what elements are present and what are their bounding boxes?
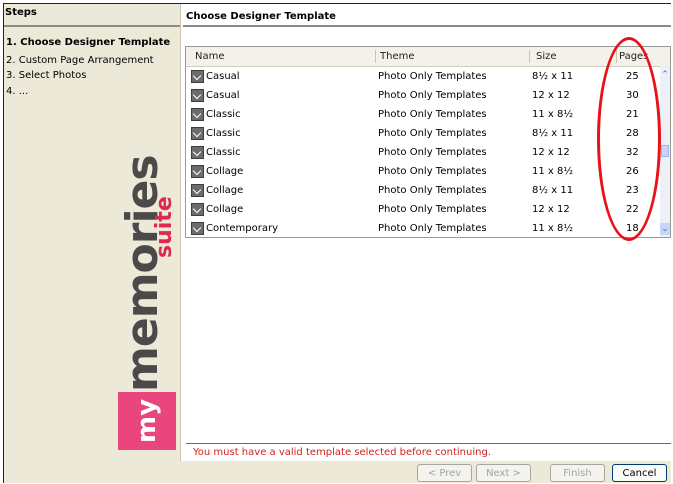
table-row[interactable]: Collage Photo Only Templates 11 x 8½ 26 [186,162,664,181]
cell-name: Classic [206,147,241,158]
cell-size: 11 x 8½ [532,223,574,234]
cell-name: Collage [206,166,244,177]
logo-suite-text: suite [152,196,177,258]
column-header-name[interactable]: Name [195,51,225,62]
step-choose-template: 1. Choose Designer Template [6,37,171,48]
next-button[interactable]: Next > [476,464,531,482]
step-custom-page-arrangement: 2. Custom Page Arrangement [6,55,154,66]
cell-name: Collage [206,204,244,215]
table-row[interactable]: Casual Photo Only Templates 8½ x 11 25 [186,67,664,86]
column-header-pages[interactable]: Pages [619,51,648,62]
cell-size: 11 x 8½ [532,166,574,177]
cell-pages: 26 [626,166,639,177]
template-icon [191,146,204,159]
cell-size: 8½ x 11 [532,185,574,196]
cell-name: Collage [206,185,244,196]
cell-size: 12 x 12 [532,90,570,101]
table-row[interactable]: Collage Photo Only Templates 8½ x 11 23 [186,181,664,200]
table-row[interactable]: Classic Photo Only Templates 12 x 12 32 [186,143,664,162]
prev-button[interactable]: < Prev [417,464,472,482]
scroll-thumb[interactable] [661,145,669,157]
cell-theme: Photo Only Templates [378,128,487,139]
cell-name: Classic [206,128,241,139]
template-icon [191,70,204,83]
title-divider [183,25,671,27]
cell-pages: 18 [626,223,639,234]
column-separator[interactable] [375,50,376,63]
cell-theme: Photo Only Templates [378,90,487,101]
scroll-down-chevron-icon[interactable]: ⌄ [660,223,670,235]
template-icon [191,203,204,216]
template-icon [191,108,204,121]
column-separator[interactable] [616,50,617,63]
cell-pages: 23 [626,185,639,196]
step-select-photos: 3. Select Photos [6,70,87,81]
cell-name: Casual [206,90,240,101]
cell-pages: 30 [626,90,639,101]
cell-theme: Photo Only Templates [378,223,487,234]
cell-size: 12 x 12 [532,147,570,158]
template-icon [191,222,204,235]
steps-divider [4,25,180,27]
cell-size: 8½ x 11 [532,128,574,139]
template-icon [191,165,204,178]
cell-pages: 28 [626,128,639,139]
template-table: Name Theme Size Pages Casual Photo Only … [185,46,671,238]
template-icon [191,89,204,102]
cell-name: Casual [206,71,240,82]
cell-theme: Photo Only Templates [378,147,487,158]
cell-pages: 25 [626,71,639,82]
cell-theme: Photo Only Templates [378,71,487,82]
cell-pages: 21 [626,109,639,120]
cell-size: 8½ x 11 [532,71,574,82]
finish-button[interactable]: Finish [550,464,605,482]
cell-name: Contemporary [206,223,278,234]
cell-size: 12 x 12 [532,204,570,215]
cancel-button[interactable]: Cancel [612,464,667,482]
error-divider [186,443,671,444]
column-separator[interactable] [529,50,530,63]
table-row[interactable]: Casual Photo Only Templates 12 x 12 30 [186,86,664,105]
cell-theme: Photo Only Templates [378,185,487,196]
cell-theme: Photo Only Templates [378,109,487,120]
cell-theme: Photo Only Templates [378,166,487,177]
scroll-up-chevron-icon[interactable]: ⌃ [660,69,670,81]
table-row[interactable]: Contemporary Photo Only Templates 11 x 8… [186,219,664,237]
column-header-size[interactable]: Size [536,51,557,62]
column-header-theme[interactable]: Theme [380,51,415,62]
table-row[interactable]: Collage Photo Only Templates 12 x 12 22 [186,200,664,219]
step-more: 4. ... [6,86,29,97]
steps-title: Steps [5,7,37,18]
validation-error-message: You must have a valid template selected … [193,447,491,458]
template-icon [191,184,204,197]
table-header: Name Theme Size Pages [186,47,670,67]
logo-my-text: my [132,398,162,444]
table-row[interactable]: Classic Photo Only Templates 11 x 8½ 21 [186,105,664,124]
cell-pages: 32 [626,147,639,158]
template-icon [191,127,204,140]
table-row[interactable]: Classic Photo Only Templates 8½ x 11 28 [186,124,664,143]
cell-name: Classic [206,109,241,120]
cell-size: 11 x 8½ [532,109,574,120]
page-title: Choose Designer Template [186,11,336,22]
cell-pages: 22 [626,204,639,215]
cell-theme: Photo Only Templates [378,204,487,215]
